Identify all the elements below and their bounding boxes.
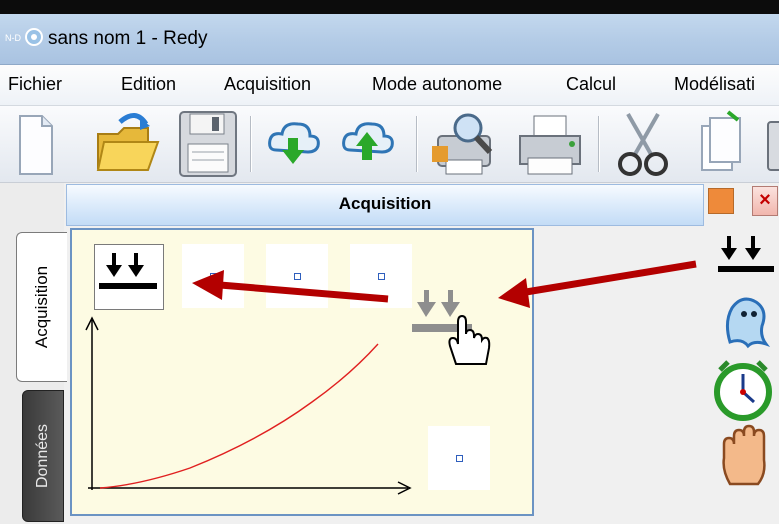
menu-bar: Fichier Edition Acquisition Mode autonom… xyxy=(0,65,779,106)
tab-donnees[interactable]: Données xyxy=(22,390,64,522)
mode-slot-empty[interactable] xyxy=(350,244,412,308)
panel-pin-button[interactable] xyxy=(708,188,734,214)
menu-mode-autonome[interactable]: Mode autonome xyxy=(372,74,502,95)
toolbar xyxy=(0,106,779,183)
new-document-icon[interactable] xyxy=(4,106,64,182)
panel-close-button[interactable]: × xyxy=(752,186,778,216)
tab-acquisition[interactable]: Acquisition xyxy=(16,232,67,382)
print-preview-icon[interactable] xyxy=(428,106,504,182)
svg-text:N-D: N-D xyxy=(5,33,21,43)
selected-mode-button[interactable] xyxy=(94,244,164,310)
toolbar-separator xyxy=(598,116,600,172)
toolbar-separator xyxy=(250,116,252,172)
ghost-icon[interactable] xyxy=(714,292,776,350)
tab-acquisition-label: Acquisition xyxy=(32,265,51,349)
save-floppy-icon[interactable] xyxy=(174,106,242,182)
copy-icon[interactable] xyxy=(688,106,750,182)
top-dark-band xyxy=(0,0,779,14)
slot-marker-icon xyxy=(456,455,463,462)
mode-slot-empty[interactable] xyxy=(428,426,490,490)
slot-marker-icon xyxy=(378,273,385,280)
stopwatch-icon[interactable] xyxy=(708,352,778,422)
app-icon: N-D xyxy=(5,28,43,46)
menu-acquisition[interactable]: Acquisition xyxy=(224,74,311,95)
cloud-upload-icon[interactable] xyxy=(338,106,398,182)
menu-fichier[interactable]: Fichier xyxy=(8,74,62,95)
menu-modelisation[interactable]: Modélisati xyxy=(674,74,755,95)
cut-scissors-icon[interactable] xyxy=(608,106,678,182)
panel-title: Acquisition xyxy=(338,194,432,213)
mode-slot-empty[interactable] xyxy=(266,244,328,308)
tab-donnees-label: Données xyxy=(34,423,51,489)
slot-marker-icon xyxy=(294,273,301,280)
window-title: sans nom 1 - Redy xyxy=(48,28,208,49)
trigger-down-arrows-icon xyxy=(99,253,157,289)
toolbar-separator xyxy=(416,116,418,172)
cloud-download-icon[interactable] xyxy=(264,106,324,182)
open-folder-icon[interactable] xyxy=(90,106,166,182)
paste-icon[interactable] xyxy=(760,106,779,182)
print-icon[interactable] xyxy=(512,106,588,182)
mode-slot-empty[interactable] xyxy=(182,244,244,308)
title-bar[interactable]: N-D sans nom 1 - Redy xyxy=(0,14,779,65)
menu-edition[interactable]: Edition xyxy=(121,74,176,95)
mode-palette xyxy=(704,228,779,524)
menu-calcul[interactable]: Calcul xyxy=(566,74,616,95)
slot-marker-icon xyxy=(210,273,217,280)
panel-header: Acquisition xyxy=(66,184,704,226)
trigger-down-arrows-icon[interactable] xyxy=(712,234,778,288)
hand-stop-icon[interactable] xyxy=(716,424,776,490)
